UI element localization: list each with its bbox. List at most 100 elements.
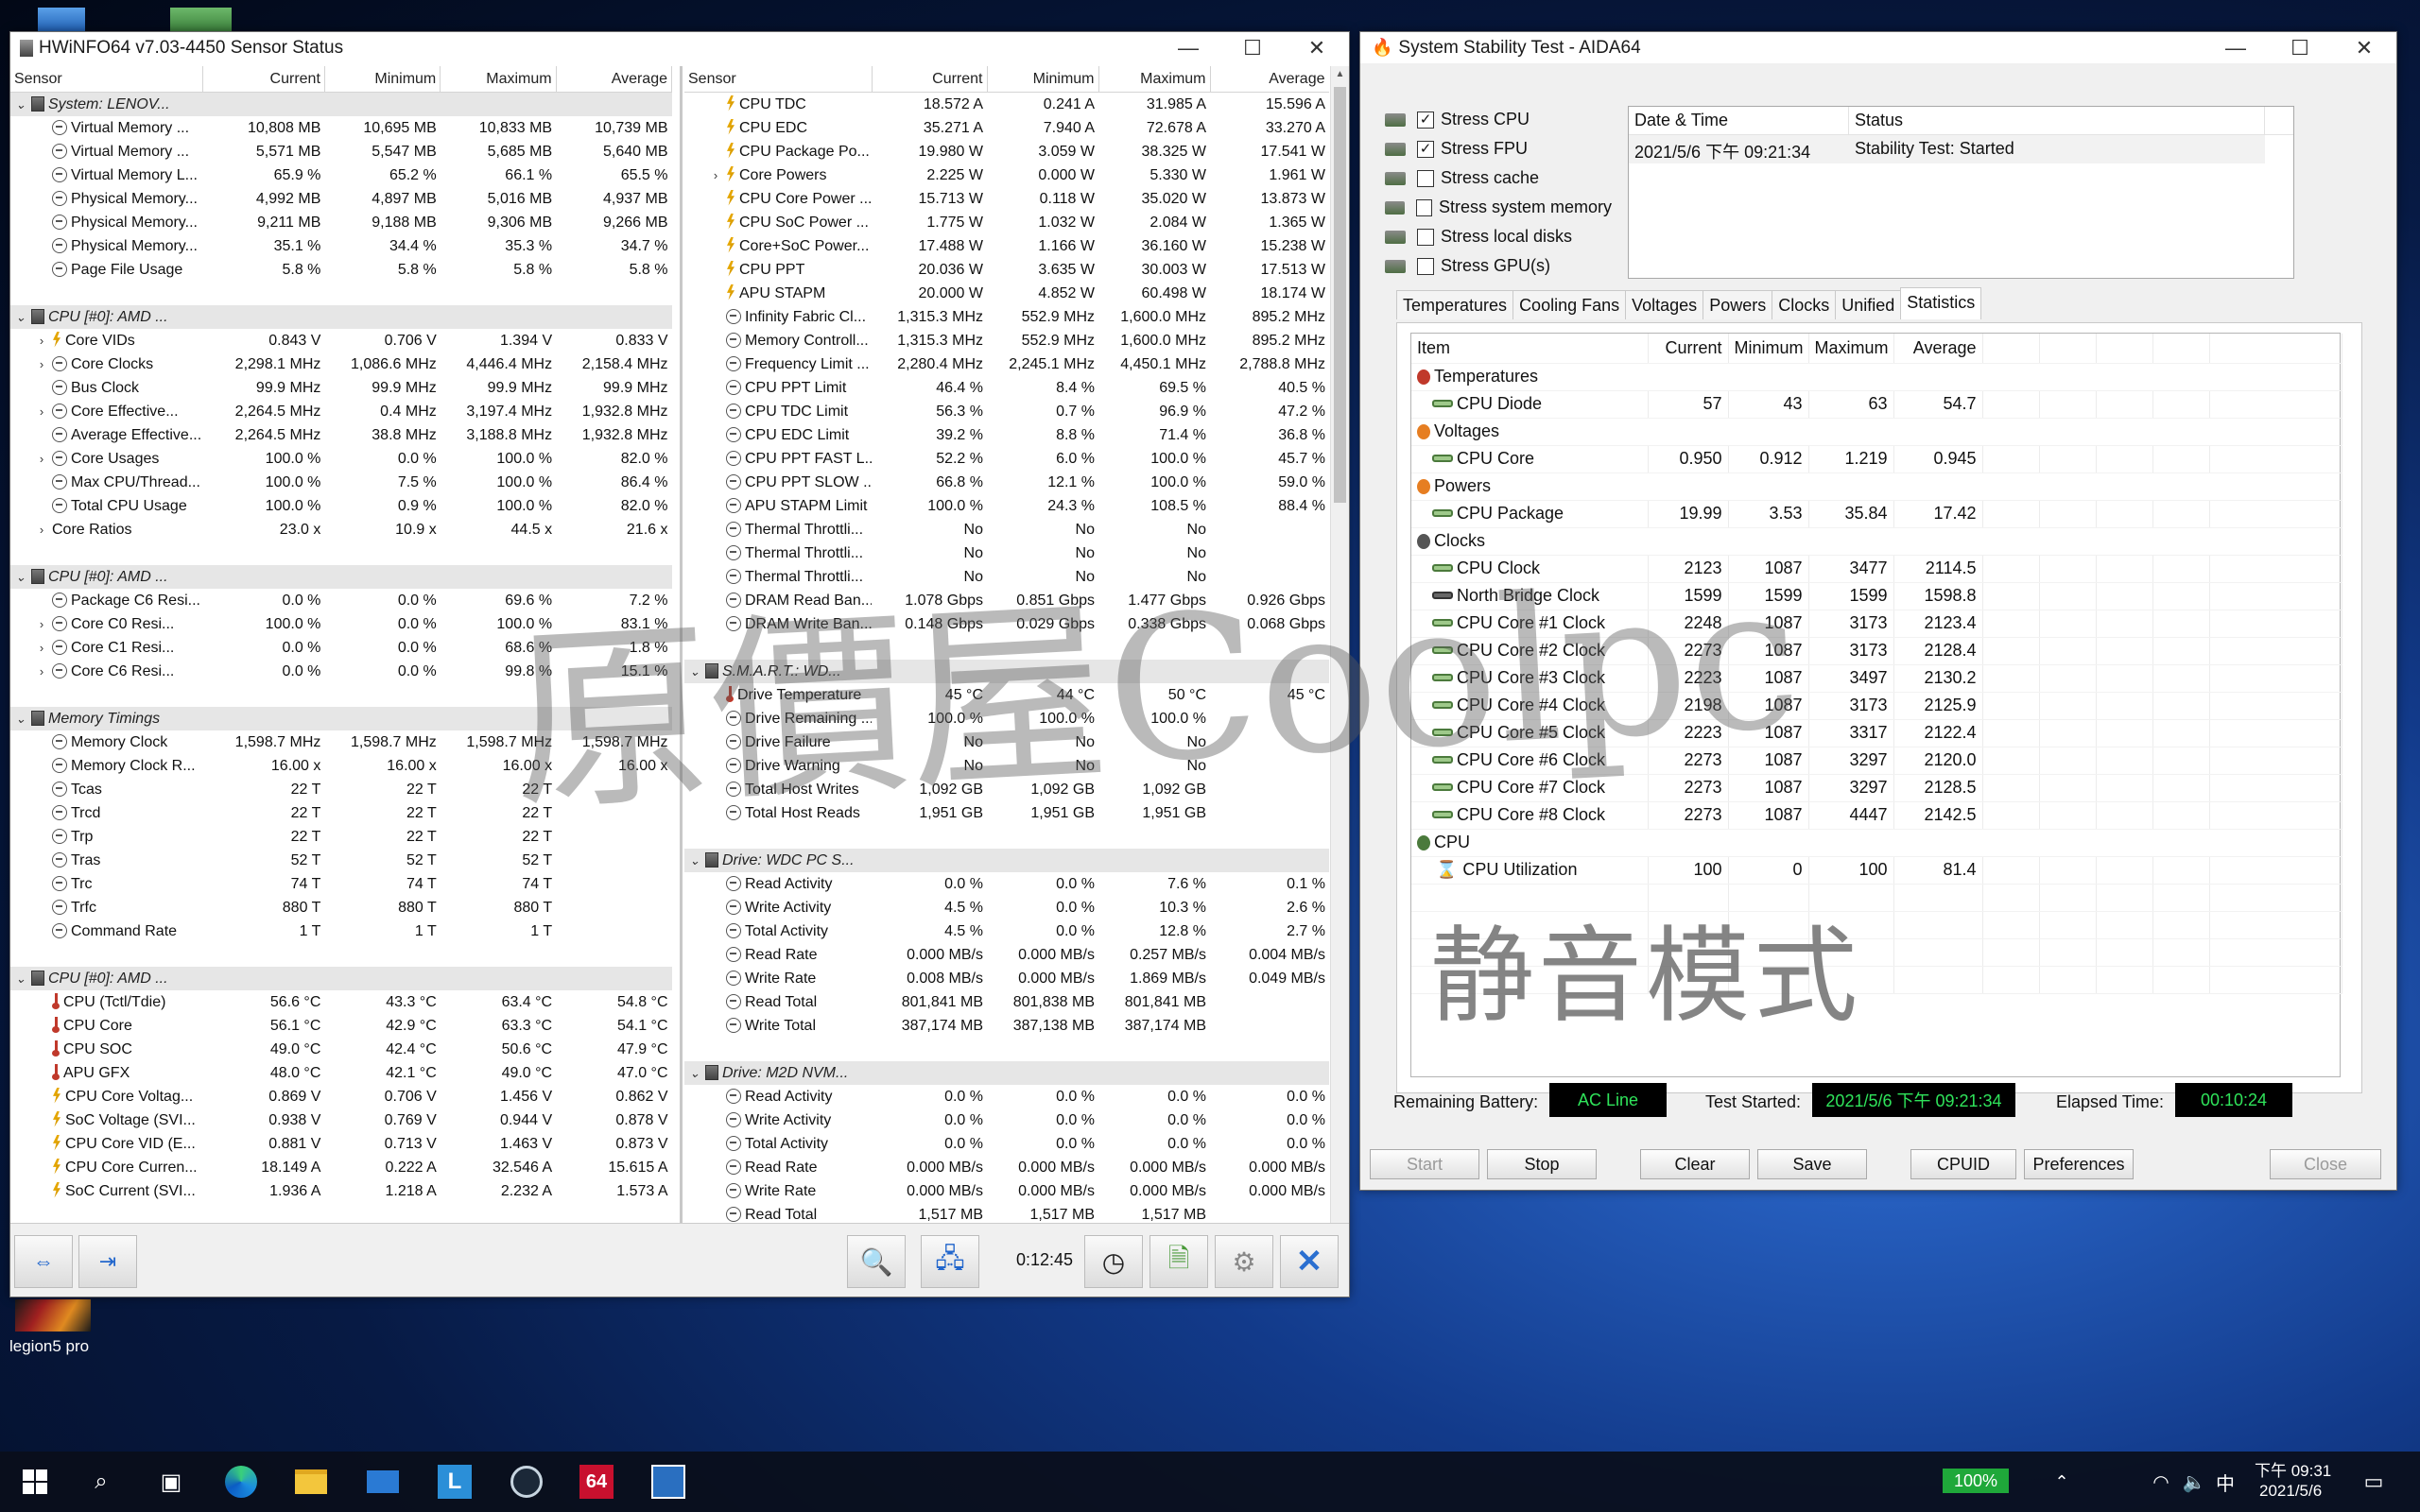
sensor-row[interactable]: Total CPU Usage 100.0 % 0.9 % 100.0 % 82.0 % xyxy=(10,494,672,518)
sensor-row[interactable]: Tcas 22 T 22 T 22 T xyxy=(10,778,672,801)
sensor-row[interactable]: Read Activity 0.0 % 0.0 % 7.6 % 0.1 % xyxy=(684,872,1329,896)
sensor-row[interactable]: Trp 22 T 22 T 22 T xyxy=(10,825,672,849)
sensor-row[interactable]: Physical Memory... 9,211 MB 9,188 MB 9,306 … xyxy=(10,211,672,234)
sensor-row[interactable]: Write Rate 0.000 MB/s 0.000 MB/s 0.000 MB/s… xyxy=(684,1179,1329,1203)
clear-button[interactable]: Clear xyxy=(1640,1149,1750,1179)
sensor-row[interactable]: CPU Core Voltag... 0.869 V 0.706 V 1.456 V 0… xyxy=(10,1085,672,1108)
sensor-row[interactable]: Virtual Memory ... 10,808 MB 10,695 MB 10,8… xyxy=(10,116,672,140)
sensor-row[interactable]: › Core Powers 2.225 W 0.000 W 5.330 W 1.961 W xyxy=(684,163,1329,187)
sensor-row[interactable]: Write Total 387,174 MB 387,138 MB 387,174 M… xyxy=(684,1014,1329,1038)
sensor-row[interactable]: › Core VIDs 0.843 V 0.706 V 1.394 V 0.833 V xyxy=(10,329,672,352)
sensor-row[interactable]: Tras 52 T 52 T 52 T xyxy=(10,849,672,872)
stat-col-maximum[interactable]: Maximum xyxy=(1808,334,1894,364)
sensor-row[interactable]: Average Effective... 2,264.5 MHz 38.8 MHz 3… xyxy=(10,423,672,447)
sensor-row[interactable]: Write Activity 4.5 % 0.0 % 10.3 % 2.6 % xyxy=(684,896,1329,919)
close-icon[interactable]: ✕ xyxy=(1280,1235,1339,1288)
search-icon[interactable]: ⌕ xyxy=(81,1462,121,1502)
collapse-chevron-icon[interactable]: ⌄ xyxy=(684,849,705,872)
expand-chevron-icon[interactable]: › xyxy=(705,163,726,187)
sensor-row[interactable]: CPU Core Curren... 18.149 A 0.222 A 32.546 … xyxy=(10,1156,672,1179)
collapse-chevron-icon[interactable]: ⌄ xyxy=(684,660,705,683)
stat-row[interactable]: CPU Core #1 Clock 2248 1087 3173 2123.4 xyxy=(1411,610,2342,638)
stress-checkbox[interactable] xyxy=(1417,257,1434,275)
col-maximum[interactable]: Maximum xyxy=(440,66,557,93)
stat-col-average[interactable]: Average xyxy=(1893,334,1983,364)
sensor-row[interactable]: SoC Current (SVI... 1.936 A 1.218 A 2.232 A… xyxy=(10,1179,672,1203)
sensor-row[interactable]: Thermal Throttli... No No No xyxy=(684,541,1329,565)
task-view-icon[interactable]: ▣ xyxy=(151,1462,191,1502)
stress-option[interactable]: Stress local disks xyxy=(1385,222,1612,251)
minimize-button[interactable]: — xyxy=(2204,32,2268,63)
stress-option[interactable]: Stress cache xyxy=(1385,163,1612,193)
stat-row[interactable]: CPU Core #7 Clock 2273 1087 3297 2128.5 xyxy=(1411,774,2342,802)
sensor-row[interactable]: Virtual Memory ... 5,571 MB 5,547 MB 5,685 … xyxy=(10,140,672,163)
expand-chevron-icon[interactable]: › xyxy=(31,400,52,423)
col-maximum[interactable]: Maximum xyxy=(1098,66,1211,93)
sensor-row[interactable]: Write Rate 0.008 MB/s 0.000 MB/s 1.869 MB/s… xyxy=(684,967,1329,990)
sensor-row[interactable]: Frequency Limit ... 2,280.4 MHz 2,245.1 MH… xyxy=(684,352,1329,376)
close-button[interactable]: Close xyxy=(2270,1149,2381,1179)
stat-col-minimum[interactable]: Minimum xyxy=(1728,334,1809,364)
sensor-row[interactable]: Memory Controll... 1,315.3 MHz 552.9 MHz 1,… xyxy=(684,329,1329,352)
stat-row[interactable]: CPU Core #5 Clock 2223 1087 3317 2122.4 xyxy=(1411,719,2342,747)
sensor-row[interactable]: › Core C1 Resi... 0.0 % 0.0 % 68.6 % 1.8 % xyxy=(10,636,672,660)
hwinfo-titlebar[interactable]: HWiNFO64 v7.03-4450 Sensor Status — ☐ ✕ xyxy=(10,32,1349,63)
minimize-button[interactable]: — xyxy=(1156,32,1220,63)
desktop-icon-top[interactable] xyxy=(38,8,232,32)
expand-chevron-icon[interactable]: › xyxy=(31,352,52,376)
col-sensor[interactable]: Sensor xyxy=(10,66,204,93)
sensor-group-row[interactable]: ⌄ Drive: M2D NVM... xyxy=(684,1060,1329,1085)
sensor-row[interactable]: Max CPU/Thread... 100.0 % 7.5 % 100.0 % 86.4… xyxy=(10,471,672,494)
sensor-row[interactable]: APU STAPM 20.000 W 4.852 W 60.498 W 18.174 W xyxy=(684,282,1329,305)
collapse-chevron-icon[interactable]: ⌄ xyxy=(10,565,31,589)
stat-row[interactable]: CPU Diode 57 43 63 54.7 xyxy=(1411,390,2342,419)
sensor-row[interactable]: CPU PPT Limit 46.4 % 8.4 % 69.5 % 40.5 % xyxy=(684,376,1329,400)
expand-chevron-icon[interactable]: › xyxy=(31,660,52,683)
tab-temperatures[interactable]: Temperatures xyxy=(1396,290,1514,319)
sensor-row[interactable]: Command Rate 1 T 1 T 1 T xyxy=(10,919,672,943)
sensor-row[interactable]: Total Activity 4.5 % 0.0 % 12.8 % 2.7 % xyxy=(684,919,1329,943)
stat-row[interactable]: CPU Core #4 Clock 2198 1087 3173 2125.9 xyxy=(1411,692,2342,720)
sensor-row[interactable]: › Core Clocks 2,298.1 MHz 1,086.6 MHz 4,446.… xyxy=(10,352,672,376)
sensor-row[interactable]: CPU TDC Limit 56.3 % 0.7 % 96.9 % 47.2 % xyxy=(684,400,1329,423)
sensor-row[interactable]: CPU EDC 35.271 A 7.940 A 72.678 A 33.270 A xyxy=(684,116,1329,140)
stat-row[interactable]: CPU Core #2 Clock 2273 1087 3173 2128.4 xyxy=(1411,637,2342,665)
expand-chevron-icon[interactable]: › xyxy=(31,329,52,352)
desktop-icon-legion[interactable]: legion5 pro xyxy=(9,1299,113,1356)
file-explorer-icon[interactable] xyxy=(291,1462,331,1502)
collapse-chevron-icon[interactable]: ⌄ xyxy=(684,1061,705,1085)
log-col-status[interactable]: Status xyxy=(1849,107,2265,134)
stat-row[interactable]: CPU Package 19.99 3.53 35.84 17.42 xyxy=(1411,500,2342,528)
sensor-row[interactable]: Trcd 22 T 22 T 22 T xyxy=(10,801,672,825)
col-minimum[interactable]: Minimum xyxy=(987,66,1099,93)
report-icon[interactable]: 🗎 xyxy=(1150,1235,1208,1288)
close-button[interactable]: ✕ xyxy=(1285,32,1349,63)
sensor-row[interactable]: APU GFX 48.0 °C 42.1 °C 49.0 °C 47.0 °C xyxy=(10,1061,672,1085)
sensor-group-row[interactable]: ⌄ CPU [#0]: AMD ... xyxy=(10,966,672,990)
sensor-row[interactable]: Thermal Throttli... No No No xyxy=(684,518,1329,541)
sensor-row[interactable]: Read Rate 0.000 MB/s 0.000 MB/s 0.257 MB/s 0… xyxy=(684,943,1329,967)
stat-col-item[interactable]: Item xyxy=(1411,334,1649,364)
sensor-row[interactable]: Read Rate 0.000 MB/s 0.000 MB/s 0.000 MB/s 0… xyxy=(684,1156,1329,1179)
start-icon[interactable] xyxy=(15,1462,55,1502)
tab-cooling-fans[interactable]: Cooling Fans xyxy=(1512,290,1627,319)
stress-checkbox[interactable] xyxy=(1417,228,1434,246)
save-button[interactable]: Save xyxy=(1757,1149,1867,1179)
stress-option[interactable]: ✓ Stress CPU xyxy=(1385,105,1612,134)
sensor-group-row[interactable]: ⌄ S.M.A.R.T.: WD... xyxy=(684,659,1329,683)
sensor-group-row[interactable]: ⌄ CPU [#0]: AMD ... xyxy=(10,564,672,589)
sensor-row[interactable]: Core+SoC Power... 17.488 W 1.166 W 36.160 W… xyxy=(684,234,1329,258)
sensor-row[interactable]: APU STAPM Limit 100.0 % 24.3 % 108.5 % 88.4 … xyxy=(684,494,1329,518)
sensor-row[interactable]: DRAM Read Ban... 1.078 Gbps 0.851 Gbps 1.47… xyxy=(684,589,1329,612)
stat-col-current[interactable]: Current xyxy=(1648,334,1729,364)
stat-category-row[interactable]: CPU xyxy=(1411,829,2342,857)
scroll-up-arrow[interactable]: ▲ xyxy=(1331,66,1349,83)
cpuid-button[interactable]: CPUID xyxy=(1910,1149,2016,1179)
notification-icon[interactable]: ▭ xyxy=(2354,1462,2394,1502)
sensor-row[interactable]: SoC Voltage (SVI... 0.938 V 0.769 V 0.944 V… xyxy=(10,1108,672,1132)
sensor-row[interactable]: › Core Usages 100.0 % 0.0 % 100.0 % 82.0 % xyxy=(10,447,672,471)
sensor-row[interactable]: › Core C0 Resi... 100.0 % 0.0 % 100.0 % 83.1 … xyxy=(10,612,672,636)
sensor-row[interactable]: Physical Memory... 35.1 % 34.4 % 35.3 % 34.7… xyxy=(10,234,672,258)
start-button[interactable]: Start xyxy=(1370,1149,1479,1179)
sensor-row[interactable]: Write Activity 0.0 % 0.0 % 0.0 % 0.0 % xyxy=(684,1108,1329,1132)
